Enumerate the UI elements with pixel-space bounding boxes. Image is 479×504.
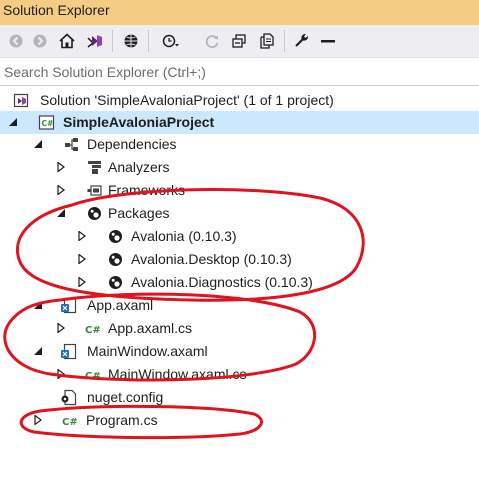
analyzers-icon	[86, 159, 103, 176]
show-all-files-button[interactable]	[257, 31, 277, 51]
svg-text:C#: C#	[85, 371, 101, 382]
expanded-arrow-icon[interactable]	[33, 300, 43, 310]
back-button[interactable]	[6, 31, 26, 51]
packages-icon	[86, 205, 103, 222]
switch-views-button[interactable]	[85, 31, 105, 51]
tree-item-program-cs[interactable]: C# Program.cs	[0, 409, 479, 432]
collapse-all-icon	[232, 34, 246, 48]
collapsed-arrow-icon[interactable]	[77, 254, 87, 264]
tree-item-app-axaml[interactable]: App.axaml	[0, 294, 479, 317]
toolbar-separator	[284, 30, 285, 52]
collapsed-arrow-icon[interactable]	[56, 369, 66, 379]
tree-item-packages[interactable]: Packages	[0, 202, 479, 225]
search-box	[0, 59, 479, 86]
solution-icon	[13, 92, 30, 109]
nuget-package-icon	[107, 274, 124, 291]
expanded-arrow-icon[interactable]	[8, 117, 18, 127]
vs-views-icon	[87, 35, 102, 48]
expanded-arrow-icon[interactable]	[33, 346, 43, 356]
tree-item-label: Analyzers	[108, 159, 170, 175]
tree-item-solution[interactable]: Solution 'SimpleAvaloniaProject' (1 of 1…	[0, 89, 479, 112]
nuget-package-icon	[107, 251, 124, 268]
collapsed-arrow-icon[interactable]	[33, 415, 43, 425]
toolbar	[0, 25, 479, 58]
tree-item-app-axaml-cs[interactable]: C# App.axaml.cs	[0, 317, 479, 340]
expanded-arrow-icon[interactable]	[33, 139, 43, 149]
history-button[interactable]	[160, 31, 180, 51]
collapsed-arrow-icon[interactable]	[56, 162, 66, 172]
tree-item-label: Program.cs	[86, 412, 158, 428]
forward-arrow-icon	[33, 34, 47, 48]
axaml-file-icon	[60, 297, 77, 314]
tree-item-label: App.axaml	[87, 297, 154, 313]
tree-item-package[interactable]: Avalonia.Desktop (0.10.3)	[0, 248, 479, 271]
collapsed-arrow-icon[interactable]	[56, 185, 66, 195]
expanded-arrow-icon[interactable]	[56, 208, 66, 218]
copy-files-icon	[260, 33, 274, 49]
back-arrow-icon	[9, 34, 23, 48]
tree-item-frameworks[interactable]: Frameworks	[0, 179, 479, 202]
dependencies-icon	[63, 136, 80, 153]
clock-dropdown-icon	[162, 34, 179, 48]
tree-item-nuget-config[interactable]: nuget.config	[0, 386, 479, 409]
tree-item-label: Avalonia (0.10.3)	[131, 228, 237, 244]
forward-button[interactable]	[30, 31, 50, 51]
tree-item-label: MainWindow.axaml	[87, 343, 208, 359]
tree-item-label: Avalonia.Desktop (0.10.3)	[131, 251, 292, 267]
collapse-all-button[interactable]	[229, 31, 249, 51]
preview-button[interactable]	[318, 31, 338, 51]
collapsed-arrow-icon[interactable]	[77, 231, 87, 241]
sync-button[interactable]	[202, 31, 222, 51]
home-icon	[59, 33, 75, 49]
title-bar: Solution Explorer	[0, 0, 479, 25]
home-button[interactable]	[57, 31, 77, 51]
config-file-icon	[60, 389, 77, 406]
tree-item-label: Solution 'SimpleAvaloniaProject' (1 of 1…	[40, 92, 334, 108]
svg-text:C#: C#	[62, 417, 78, 428]
axaml-file-icon	[60, 343, 77, 360]
tree-item-analyzers[interactable]: Analyzers	[0, 156, 479, 179]
toolbar-separator	[148, 30, 149, 52]
svg-text:C#: C#	[85, 325, 101, 336]
tree-item-project[interactable]: C# SimpleAvaloniaProject	[0, 111, 479, 134]
tree-item-mainwindow-axaml[interactable]: MainWindow.axaml	[0, 340, 479, 363]
tree-item-label: SimpleAvaloniaProject	[63, 114, 215, 130]
wrench-icon	[295, 33, 309, 47]
frameworks-icon	[86, 182, 103, 199]
tree-item-label: nuget.config	[87, 389, 164, 405]
collapsed-arrow-icon[interactable]	[77, 277, 87, 287]
csharp-file-icon: C#	[85, 320, 102, 337]
pending-changes-button[interactable]	[121, 31, 141, 51]
tree-item-package[interactable]: Avalonia (0.10.3)	[0, 225, 479, 248]
collapsed-arrow-icon[interactable]	[56, 323, 66, 333]
svg-text:C#: C#	[42, 119, 54, 128]
search-input[interactable]	[0, 59, 479, 85]
tree-item-label: App.axaml.cs	[108, 320, 193, 336]
csharp-file-icon: C#	[85, 366, 102, 383]
tree-item-dependencies[interactable]: Dependencies	[0, 133, 479, 156]
minus-icon	[321, 40, 335, 43]
tree-item-label: Frameworks	[108, 182, 186, 198]
panel-title: Solution Explorer	[3, 2, 110, 18]
toolbar-separator	[112, 30, 113, 52]
properties-button[interactable]	[292, 31, 312, 51]
tree-item-label: Packages	[108, 205, 170, 221]
tree-item-label: Dependencies	[87, 136, 177, 152]
tree-item-label: MainWindow.axaml.cs	[108, 366, 247, 382]
nuget-package-icon	[107, 228, 124, 245]
solution-tree: Solution 'SimpleAvaloniaProject' (1 of 1…	[0, 87, 479, 504]
tree-item-mainwindow-axaml-cs[interactable]: C# MainWindow.axaml.cs	[0, 363, 479, 386]
refresh-icon	[205, 35, 219, 49]
tree-item-label: Avalonia.Diagnostics (0.10.3)	[131, 274, 313, 290]
globe-filter-icon	[124, 34, 138, 48]
csharp-project-icon: C#	[38, 114, 55, 131]
csharp-file-icon: C#	[62, 412, 79, 429]
tree-item-package[interactable]: Avalonia.Diagnostics (0.10.3)	[0, 271, 479, 294]
